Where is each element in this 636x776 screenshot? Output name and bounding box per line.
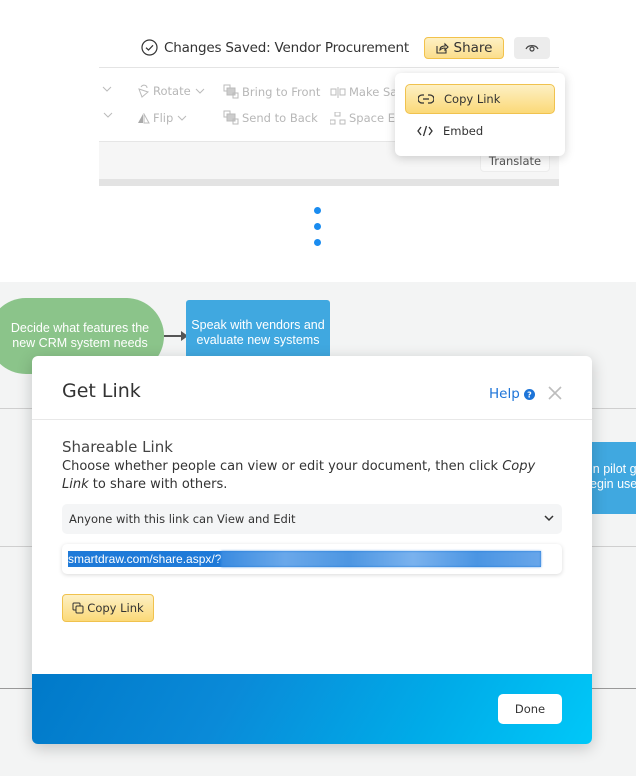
send-to-back-icon xyxy=(223,110,239,125)
dialog-title: Get Link xyxy=(62,380,141,402)
share-menu: Copy Link Embed xyxy=(395,73,565,156)
copy-link-label: Copy Link xyxy=(87,601,144,615)
copy-link-button[interactable]: Copy Link xyxy=(62,594,154,622)
ribbon-space-evenly-label: Space Ev xyxy=(349,111,402,125)
toolbar-snapshot: Changes Saved: Vendor Procurement Share … xyxy=(0,0,636,282)
code-icon xyxy=(417,125,433,137)
dialog-header: Get Link Help ? xyxy=(32,356,592,420)
section-description: Choose whether people can view or edit y… xyxy=(62,458,562,494)
ribbon-send-to-back[interactable]: Send to Back xyxy=(223,110,318,125)
share-link-redacted xyxy=(221,551,542,567)
ribbon-bring-to-front-label: Bring to Front xyxy=(242,84,321,99)
ribbon-make-same[interactable]: Make Sa xyxy=(330,85,397,99)
question-circle-icon: ? xyxy=(523,388,535,400)
link-icon xyxy=(418,94,434,104)
ribbon-rotate[interactable]: Rotate xyxy=(137,84,208,98)
check-circle-icon xyxy=(141,39,158,56)
share-link-value: smartdraw.com/share.aspx/? xyxy=(68,552,222,566)
dot xyxy=(313,223,321,230)
ribbon-dropdown-partial-1[interactable] xyxy=(102,86,115,92)
ribbon-flip-label: Flip xyxy=(153,111,174,125)
diagram-shape-pilot[interactable]: in pilot g egin use xyxy=(588,442,636,514)
permission-select[interactable]: Anyone with this link can View and Edit xyxy=(62,504,562,534)
flip-icon xyxy=(138,112,150,123)
chevron-down-icon xyxy=(195,88,205,94)
ribbon-flip[interactable]: Flip xyxy=(137,111,190,125)
close-icon xyxy=(548,386,562,400)
make-same-icon xyxy=(330,86,346,98)
saved-status: Changes Saved: Vendor Procurement xyxy=(141,39,409,56)
desc-text: Choose whether people can view or edit y… xyxy=(62,459,503,474)
share-icon xyxy=(435,42,449,54)
chevron-down-icon xyxy=(544,515,554,522)
ribbon-make-same-label: Make Sa xyxy=(349,85,398,99)
preview-button[interactable] xyxy=(514,37,550,59)
section-title: Shareable Link xyxy=(62,438,173,456)
share-label: Share xyxy=(453,40,493,56)
header-bar: Changes Saved: Vendor Procurement Share xyxy=(99,30,559,68)
chevron-down-icon xyxy=(103,112,113,118)
saved-status-text: Changes Saved: Vendor Procurement xyxy=(164,39,409,56)
chevron-down-icon xyxy=(102,86,112,92)
chevron-down-icon xyxy=(177,115,187,121)
share-link-selection: smartdraw.com/share.aspx/? xyxy=(68,551,542,567)
close-button[interactable] xyxy=(548,385,562,404)
menu-item-embed-label: Embed xyxy=(443,124,484,138)
dot xyxy=(313,207,321,214)
rotate-icon xyxy=(138,84,150,98)
share-link-input[interactable]: smartdraw.com/share.aspx/? xyxy=(62,544,562,574)
ribbon-scrollbar[interactable] xyxy=(99,179,559,186)
diagram-shape-pilot-text: in pilot g egin use xyxy=(590,462,636,491)
copy-icon xyxy=(72,602,84,614)
share-button[interactable]: Share xyxy=(424,37,504,59)
connector-arrow[interactable] xyxy=(164,331,188,341)
menu-item-copy-link[interactable]: Copy Link xyxy=(405,84,555,114)
get-link-dialog: Get Link Help ? Shareable Link Choose wh… xyxy=(32,356,592,744)
ribbon-bring-to-front[interactable]: Bring to Front xyxy=(223,84,320,99)
ribbon-space-evenly[interactable]: Space Ev xyxy=(330,111,402,125)
help-link[interactable]: Help ? xyxy=(489,386,535,402)
menu-item-embed[interactable]: Embed xyxy=(405,116,555,146)
ribbon-send-to-back-label: Send to Back xyxy=(242,110,318,125)
bring-to-front-icon xyxy=(223,84,239,99)
more-vertical-icon xyxy=(312,207,322,249)
permission-selected-value: Anyone with this link can View and Edit xyxy=(69,512,296,526)
svg-text:?: ? xyxy=(527,390,532,399)
ribbon-dropdown-partial-2[interactable] xyxy=(99,112,116,118)
space-evenly-icon xyxy=(330,111,346,124)
desc-text-end: to share with others. xyxy=(88,477,228,492)
done-button[interactable]: Done xyxy=(498,694,562,724)
help-label: Help xyxy=(489,386,520,402)
eye-icon xyxy=(525,45,539,52)
dialog-footer: Done xyxy=(32,674,592,744)
ribbon-rotate-label: Rotate xyxy=(153,84,191,98)
menu-item-copy-link-label: Copy Link xyxy=(444,92,501,106)
dialog-body: Shareable Link Choose whether people can… xyxy=(62,438,562,494)
dot xyxy=(313,239,321,246)
